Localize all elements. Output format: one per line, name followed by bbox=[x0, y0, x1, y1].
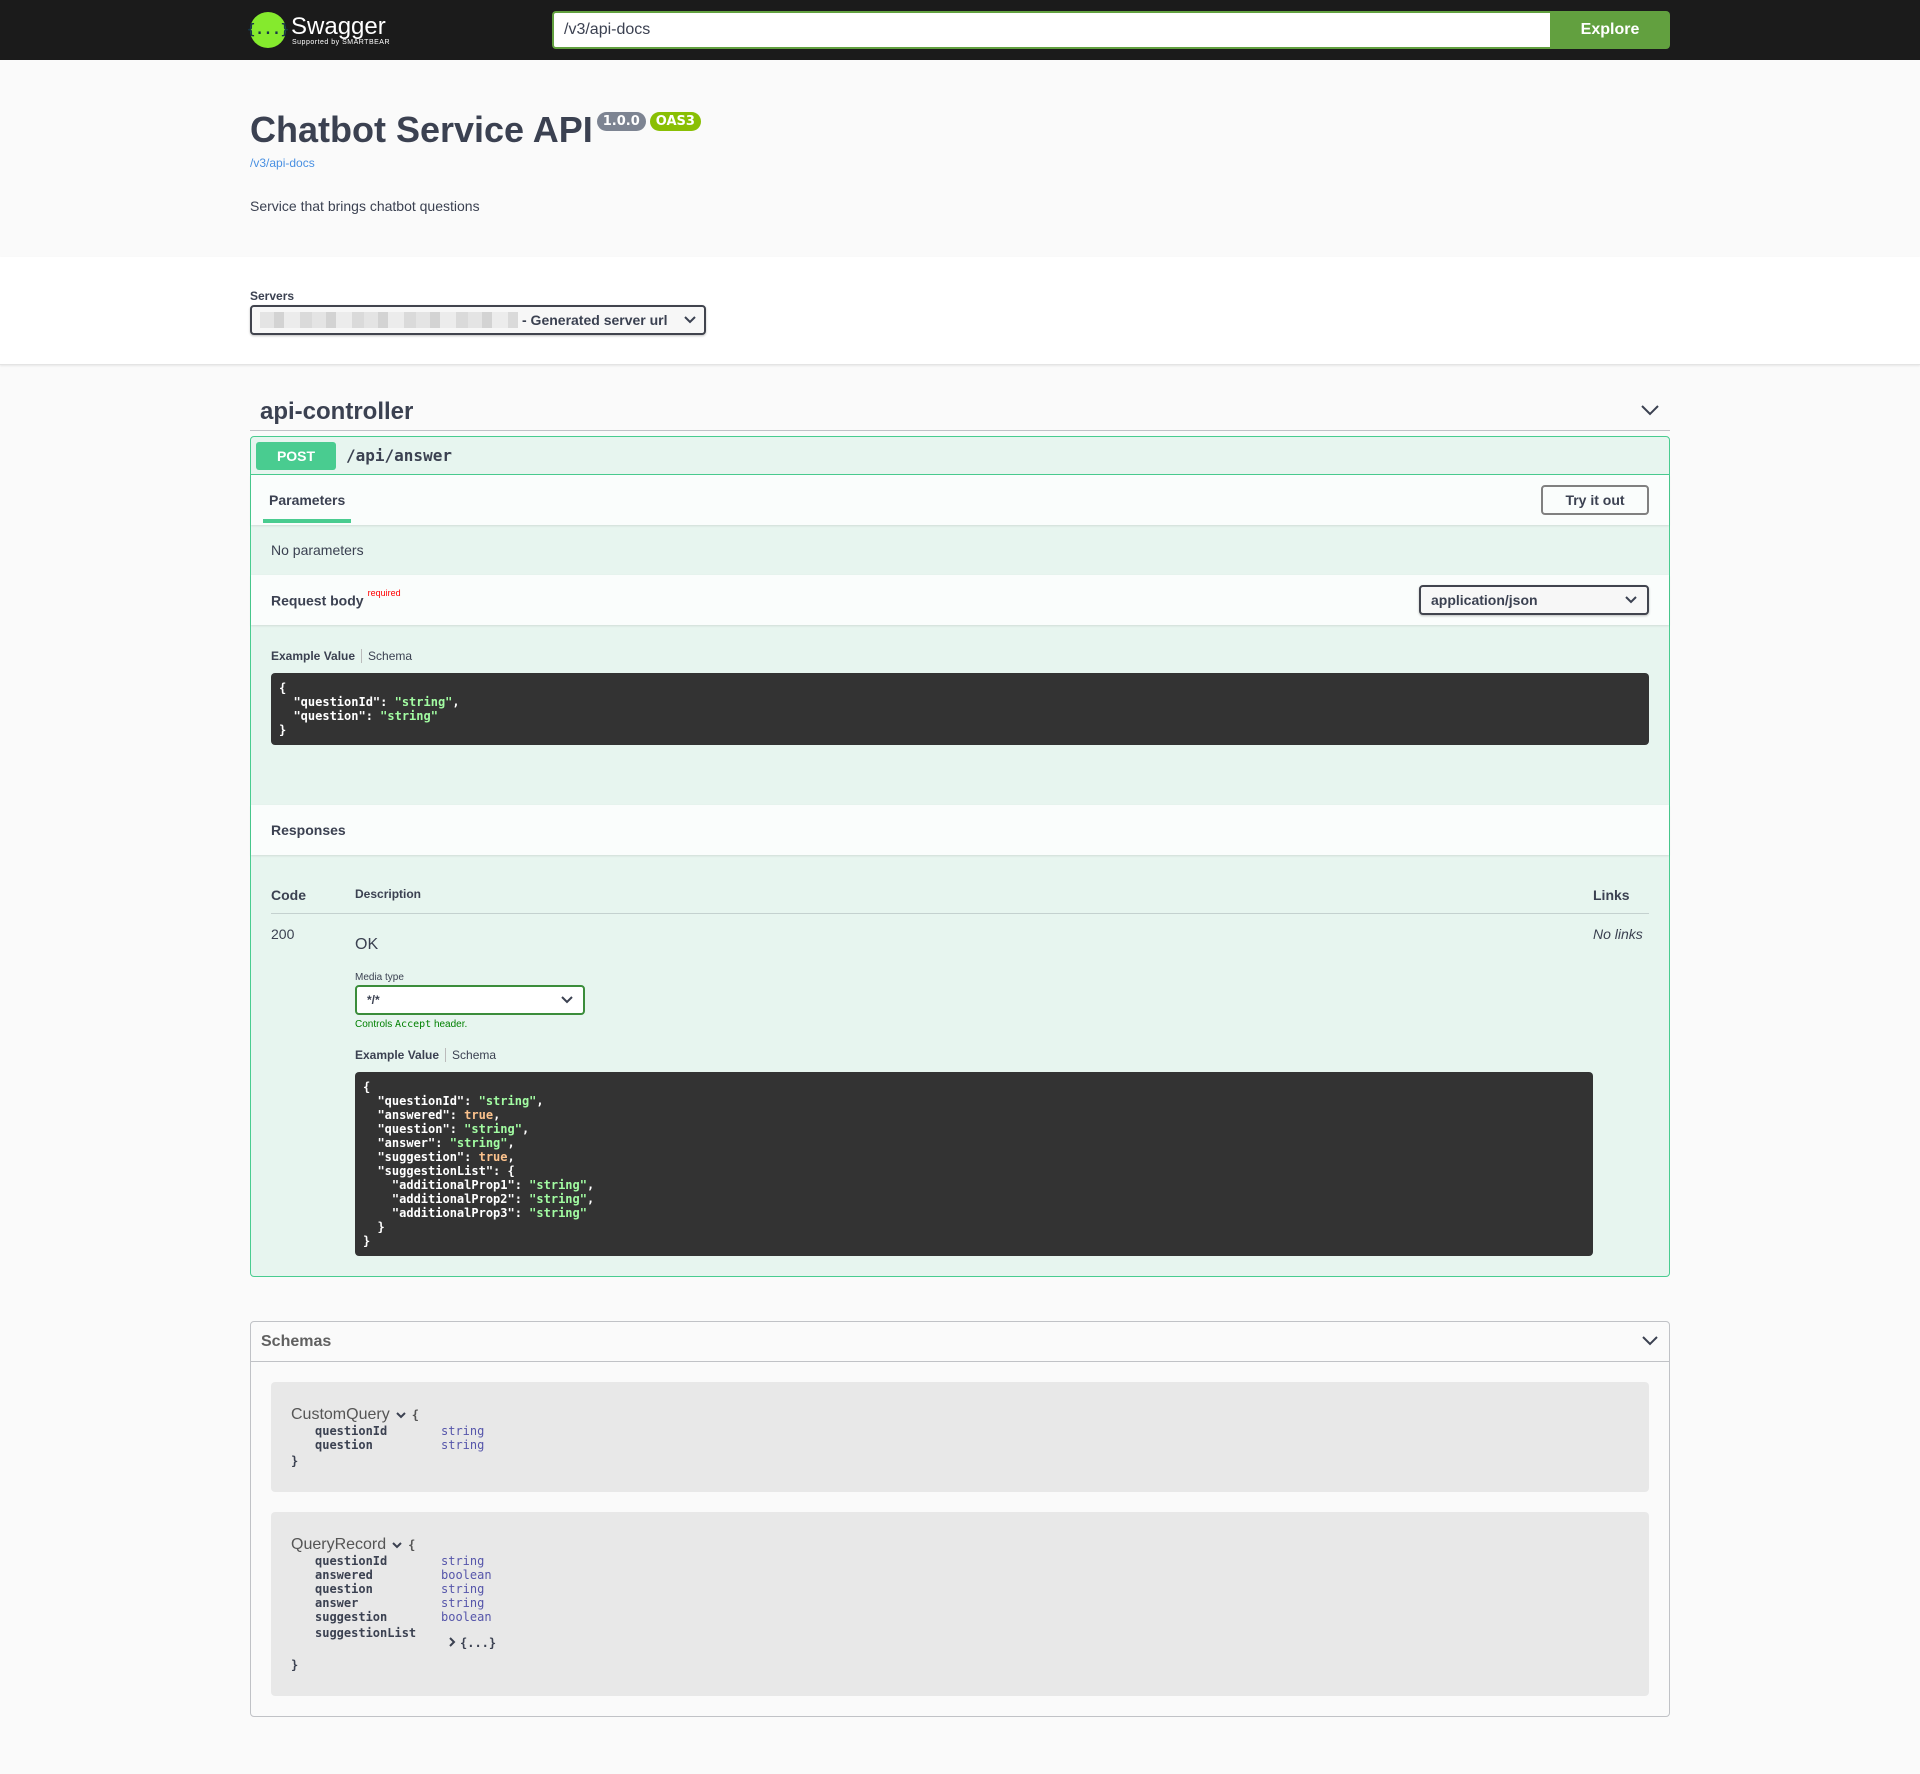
tab-schema[interactable]: Schema bbox=[362, 649, 412, 663]
request-body: Example Value Schema { "questionId": "st… bbox=[251, 625, 1669, 805]
model-customquery: CustomQuery { questionId string question s… bbox=[271, 1382, 1649, 1492]
schemas-title: Schemas bbox=[261, 1332, 332, 1350]
api-description: Service that brings chatbot questions bbox=[250, 198, 480, 214]
model-queryrecord: QueryRecord { questionId string answered b… bbox=[271, 1512, 1649, 1696]
col-links: Links bbox=[1593, 887, 1630, 903]
model-property: answered boolean bbox=[315, 1568, 492, 1582]
servers-label: Servers bbox=[250, 289, 295, 303]
chevron-down-icon bbox=[1625, 593, 1637, 607]
controls-accept-note: Controls Accept header. bbox=[355, 1019, 468, 1030]
content-type-select[interactable]: application/json bbox=[1419, 585, 1649, 615]
operations: api-controller POST /api/answer Paramete… bbox=[250, 365, 1670, 1277]
oas-badge: OAS3 bbox=[649, 112, 701, 131]
model-name[interactable]: CustomQuery { bbox=[291, 1406, 1629, 1424]
operation-summary[interactable]: POST /api/answer bbox=[251, 437, 1669, 475]
tab-parameters[interactable]: Parameters bbox=[263, 475, 352, 525]
schemas-section: Schemas CustomQuery { questionId string q… bbox=[250, 1321, 1670, 1717]
no-parameters: No parameters bbox=[271, 542, 364, 558]
api-docs-link[interactable]: /v3/api-docs bbox=[250, 156, 315, 170]
collapse-chevron-icon[interactable] bbox=[1641, 1333, 1659, 1351]
method-badge: POST bbox=[256, 441, 336, 470]
response-code: 200 bbox=[271, 926, 295, 942]
page-title: Chatbot Service API bbox=[250, 109, 593, 150]
schemas-header[interactable]: Schemas bbox=[251, 1322, 1669, 1362]
explore-button[interactable]: Explore bbox=[1550, 11, 1670, 49]
expand-suggestionlist[interactable]: {...} bbox=[441, 1636, 496, 1650]
opblock-post-answer: POST /api/answer Parameters Try it out N… bbox=[250, 436, 1670, 1277]
media-type-select[interactable]: */* bbox=[355, 985, 585, 1015]
servers-section: Servers - Generated server url bbox=[0, 257, 1920, 365]
responses-table: Code Description Links 200 OK Media type… bbox=[251, 855, 1669, 1276]
version-badge: 1.0.0 bbox=[596, 112, 646, 131]
server-select[interactable]: - Generated server url bbox=[250, 305, 706, 335]
model-name[interactable]: QueryRecord { bbox=[291, 1536, 1629, 1554]
topbar: {...} Swagger Supported by SMARTBEAR /v3… bbox=[0, 0, 1920, 60]
model-property: question string bbox=[315, 1438, 485, 1452]
operation-path: /api/answer bbox=[346, 446, 452, 465]
chevron-down-icon bbox=[392, 1536, 402, 1554]
brand-name: Swagger bbox=[291, 12, 386, 40]
brand-sub: Supported by SMARTBEAR bbox=[292, 38, 391, 46]
chevron-right-icon bbox=[449, 1636, 456, 1650]
tab-example-value[interactable]: Example Value bbox=[271, 649, 363, 663]
parameters-header: Parameters Try it out bbox=[251, 475, 1669, 525]
url-form: /v3/api-docs Explore bbox=[552, 11, 1670, 49]
model-property: suggestionList {...} bbox=[315, 1626, 497, 1650]
col-code: Code bbox=[271, 887, 306, 903]
model-property: answer string bbox=[315, 1596, 485, 1610]
collapse-chevron-icon[interactable] bbox=[1640, 403, 1660, 421]
media-type-label: Media type bbox=[355, 972, 404, 983]
model-property: question string bbox=[315, 1582, 485, 1596]
required-flag: required bbox=[367, 587, 401, 598]
col-description: Description bbox=[355, 887, 422, 901]
swagger-logo-icon: {...} bbox=[247, 12, 289, 48]
no-links: No links bbox=[1593, 926, 1643, 942]
server-select-suffix: - Generated server url bbox=[522, 312, 668, 328]
redacted-server-url bbox=[260, 312, 518, 328]
tab-example-value[interactable]: Example Value bbox=[355, 1048, 447, 1062]
chevron-down-icon bbox=[684, 313, 696, 327]
tab-schema[interactable]: Schema bbox=[446, 1048, 496, 1062]
chevron-down-icon bbox=[561, 993, 573, 1007]
url-input[interactable]: /v3/api-docs bbox=[552, 11, 1550, 49]
response-description: OK bbox=[355, 936, 379, 953]
response-row: 200 OK Media type */* Controls Accept he… bbox=[271, 914, 1649, 1256]
info-section: Chatbot Service API 1.0.0 OAS3 /v3/api-d… bbox=[250, 60, 1670, 257]
response-example-code: { "questionId": "string", "answered": tr… bbox=[355, 1072, 1593, 1256]
tag-header[interactable]: api-controller bbox=[250, 393, 1670, 431]
request-body-header: Request body required application/json bbox=[251, 575, 1669, 625]
swagger-logo[interactable]: {...} Swagger Supported by SMARTBEAR bbox=[247, 12, 550, 48]
request-body-title: Request body required bbox=[271, 587, 401, 609]
chevron-down-icon bbox=[395, 1406, 406, 1424]
model-property: questionId string bbox=[315, 1424, 485, 1438]
model-property: suggestion boolean bbox=[315, 1610, 492, 1624]
try-it-out-button[interactable]: Try it out bbox=[1541, 485, 1649, 515]
tag-name: api-controller bbox=[260, 397, 414, 425]
responses-header: Responses bbox=[251, 805, 1669, 855]
request-example-code: { "questionId": "string", "question": "s… bbox=[271, 673, 1649, 745]
model-property: questionId string bbox=[315, 1554, 485, 1568]
